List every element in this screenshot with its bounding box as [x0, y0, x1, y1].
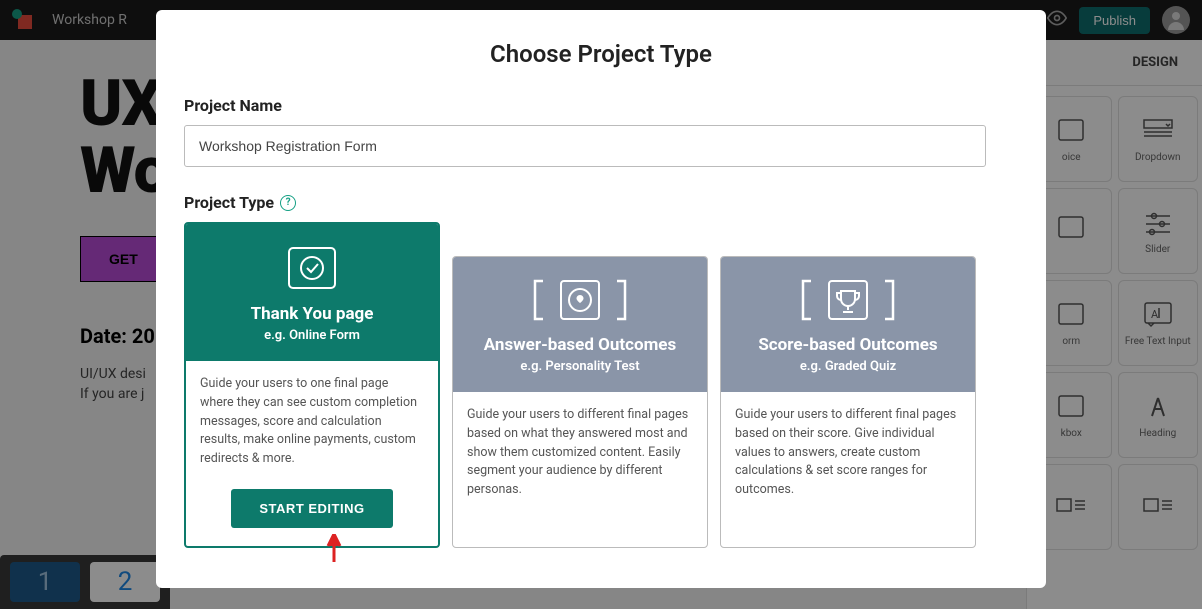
- card-description: Guide your users to different final page…: [453, 392, 707, 547]
- modal-overlay: Choose Project Type Project Name Project…: [0, 0, 1202, 609]
- type-card-score-outcomes[interactable]: Score-based Outcomes e.g. Graded Quiz Gu…: [720, 256, 976, 548]
- card-title: Answer-based Outcomes: [465, 335, 695, 355]
- card-subtitle: e.g. Personality Test: [465, 359, 695, 374]
- project-name-label: Project Name: [184, 96, 986, 115]
- checkmark-icon: [277, 242, 347, 294]
- help-icon[interactable]: ?: [280, 195, 296, 211]
- type-card-answer-outcomes[interactable]: Answer-based Outcomes e.g. Personality T…: [452, 256, 708, 548]
- card-subtitle: e.g. Graded Quiz: [733, 359, 963, 374]
- project-name-input[interactable]: [184, 125, 986, 167]
- annotation-arrow: [324, 534, 344, 581]
- card-description: Guide your users to different final page…: [721, 392, 975, 547]
- project-type-label: Project Type ?: [184, 193, 986, 212]
- card-title: Thank You page: [198, 304, 426, 324]
- project-type-modal: Choose Project Type Project Name Project…: [156, 10, 1046, 588]
- card-title: Score-based Outcomes: [733, 335, 963, 355]
- trophy-icon: [797, 275, 899, 325]
- card-subtitle: e.g. Online Form: [198, 328, 426, 343]
- card-description: Guide your users to one final page where…: [186, 361, 438, 483]
- persona-icon: [529, 275, 631, 325]
- start-editing-button[interactable]: START EDITING: [231, 489, 392, 528]
- type-card-thank-you[interactable]: Thank You page e.g. Online Form Guide yo…: [184, 222, 440, 548]
- modal-title: Choose Project Type: [156, 40, 1046, 68]
